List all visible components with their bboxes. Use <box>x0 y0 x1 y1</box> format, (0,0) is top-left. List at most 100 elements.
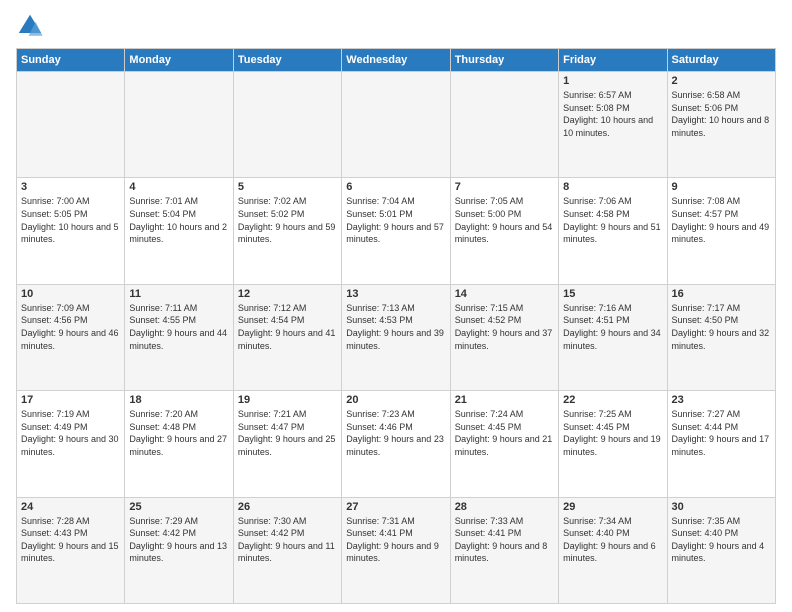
day-number: 26 <box>238 501 337 513</box>
day-number: 27 <box>346 501 445 513</box>
calendar-table: SundayMondayTuesdayWednesdayThursdayFrid… <box>16 48 776 604</box>
col-header-sunday: Sunday <box>17 49 125 72</box>
day-info: Sunrise: 7:30 AM Sunset: 4:42 PM Dayligh… <box>238 515 337 565</box>
calendar-cell: 28 Sunrise: 7:33 AM Sunset: 4:41 PM Dayli… <box>450 497 558 603</box>
calendar-cell: 25Sunrise: 7:29 AM Sunset: 4:42 PM Dayli… <box>125 497 233 603</box>
day-number: 16 <box>672 288 771 300</box>
calendar-cell: 13 Sunrise: 7:13 AM Sunset: 4:53 PM Dayli… <box>342 284 450 390</box>
calendar-cell: 10Sunrise: 7:09 AM Sunset: 4:56 PM Dayli… <box>17 284 125 390</box>
day-number: 3 <box>21 181 120 193</box>
calendar-cell: 16 Sunrise: 7:17 AM Sunset: 4:50 PM Dayli… <box>667 284 775 390</box>
day-info: Sunrise: 7:17 AM Sunset: 4:50 PM Dayligh… <box>672 302 771 352</box>
day-info: Sunrise: 7:09 AM Sunset: 4:56 PM Dayligh… <box>21 302 120 352</box>
day-info: Sunrise: 7:35 AM Sunset: 4:40 PM Dayligh… <box>672 515 771 565</box>
col-header-tuesday: Tuesday <box>233 49 341 72</box>
calendar-cell: 23Sunrise: 7:27 AM Sunset: 4:44 PM Dayli… <box>667 391 775 497</box>
day-info: Sunrise: 7:02 AM Sunset: 5:02 PM Dayligh… <box>238 195 337 245</box>
calendar-cell: 8 Sunrise: 7:06 AM Sunset: 4:58 PM Daylig… <box>559 178 667 284</box>
day-info: Sunrise: 7:08 AM Sunset: 4:57 PM Dayligh… <box>672 195 771 245</box>
day-number: 22 <box>563 394 662 406</box>
day-info: Sunrise: 7:28 AM Sunset: 4:43 PM Dayligh… <box>21 515 120 565</box>
day-info: Sunrise: 6:58 AM Sunset: 5:06 PM Dayligh… <box>672 89 771 139</box>
day-info: Sunrise: 7:13 AM Sunset: 4:53 PM Dayligh… <box>346 302 445 352</box>
day-info: Sunrise: 6:57 AM Sunset: 5:08 PM Dayligh… <box>563 89 662 139</box>
calendar-cell: 5Sunrise: 7:02 AM Sunset: 5:02 PM Daylig… <box>233 178 341 284</box>
day-number: 2 <box>672 75 771 87</box>
day-info: Sunrise: 7:01 AM Sunset: 5:04 PM Dayligh… <box>129 195 228 245</box>
day-info: Sunrise: 7:11 AM Sunset: 4:55 PM Dayligh… <box>129 302 228 352</box>
day-info: Sunrise: 7:25 AM Sunset: 4:45 PM Dayligh… <box>563 408 662 458</box>
day-info: Sunrise: 7:15 AM Sunset: 4:52 PM Dayligh… <box>455 302 554 352</box>
calendar-cell: 2 Sunrise: 6:58 AM Sunset: 5:06 PM Daylig… <box>667 72 775 178</box>
day-number: 29 <box>563 501 662 513</box>
calendar-cell: 19 Sunrise: 7:21 AM Sunset: 4:47 PM Dayli… <box>233 391 341 497</box>
calendar-cell: 26 Sunrise: 7:30 AM Sunset: 4:42 PM Dayli… <box>233 497 341 603</box>
day-number: 1 <box>563 75 662 87</box>
day-number: 23 <box>672 394 771 406</box>
col-header-saturday: Saturday <box>667 49 775 72</box>
col-header-friday: Friday <box>559 49 667 72</box>
day-info: Sunrise: 7:34 AM Sunset: 4:40 PM Dayligh… <box>563 515 662 565</box>
calendar-cell: 12 Sunrise: 7:12 AM Sunset: 4:54 PM Dayli… <box>233 284 341 390</box>
day-number: 20 <box>346 394 445 406</box>
calendar-cell: 21 Sunrise: 7:24 AM Sunset: 4:45 PM Dayli… <box>450 391 558 497</box>
day-number: 8 <box>563 181 662 193</box>
day-info: Sunrise: 7:06 AM Sunset: 4:58 PM Dayligh… <box>563 195 662 245</box>
day-info: Sunrise: 7:21 AM Sunset: 4:47 PM Dayligh… <box>238 408 337 458</box>
day-info: Sunrise: 7:00 AM Sunset: 5:05 PM Dayligh… <box>21 195 120 245</box>
col-header-wednesday: Wednesday <box>342 49 450 72</box>
day-number: 9 <box>672 181 771 193</box>
header <box>16 12 776 40</box>
logo <box>16 12 48 40</box>
day-info: Sunrise: 7:19 AM Sunset: 4:49 PM Dayligh… <box>21 408 120 458</box>
calendar-cell: 1 Sunrise: 6:57 AM Sunset: 5:08 PM Daylig… <box>559 72 667 178</box>
calendar-cell <box>342 72 450 178</box>
calendar-cell: 11 Sunrise: 7:11 AM Sunset: 4:55 PM Dayli… <box>125 284 233 390</box>
calendar-cell: 14 Sunrise: 7:15 AM Sunset: 4:52 PM Dayli… <box>450 284 558 390</box>
calendar-cell <box>450 72 558 178</box>
day-number: 30 <box>672 501 771 513</box>
day-number: 24 <box>21 501 120 513</box>
day-info: Sunrise: 7:23 AM Sunset: 4:46 PM Dayligh… <box>346 408 445 458</box>
col-header-thursday: Thursday <box>450 49 558 72</box>
col-header-monday: Monday <box>125 49 233 72</box>
day-number: 6 <box>346 181 445 193</box>
calendar-body: 1 Sunrise: 6:57 AM Sunset: 5:08 PM Daylig… <box>17 72 776 604</box>
logo-icon <box>16 12 44 40</box>
day-number: 12 <box>238 288 337 300</box>
calendar-cell <box>17 72 125 178</box>
calendar-cell <box>233 72 341 178</box>
calendar-cell: 27Sunrise: 7:31 AM Sunset: 4:41 PM Dayli… <box>342 497 450 603</box>
calendar-cell: 22 Sunrise: 7:25 AM Sunset: 4:45 PM Dayli… <box>559 391 667 497</box>
calendar-cell: 18Sunrise: 7:20 AM Sunset: 4:48 PM Dayli… <box>125 391 233 497</box>
calendar-cell: 4Sunrise: 7:01 AM Sunset: 5:04 PM Daylig… <box>125 178 233 284</box>
day-number: 17 <box>21 394 120 406</box>
day-number: 19 <box>238 394 337 406</box>
header-row: SundayMondayTuesdayWednesdayThursdayFrid… <box>17 49 776 72</box>
day-info: Sunrise: 7:33 AM Sunset: 4:41 PM Dayligh… <box>455 515 554 565</box>
day-number: 21 <box>455 394 554 406</box>
day-info: Sunrise: 7:12 AM Sunset: 4:54 PM Dayligh… <box>238 302 337 352</box>
page: SundayMondayTuesdayWednesdayThursdayFrid… <box>0 0 792 612</box>
week-row-4: 24 Sunrise: 7:28 AM Sunset: 4:43 PM Dayli… <box>17 497 776 603</box>
calendar-cell: 7Sunrise: 7:05 AM Sunset: 5:00 PM Daylig… <box>450 178 558 284</box>
day-number: 13 <box>346 288 445 300</box>
day-number: 7 <box>455 181 554 193</box>
week-row-1: 3 Sunrise: 7:00 AM Sunset: 5:05 PM Daylig… <box>17 178 776 284</box>
calendar-cell <box>125 72 233 178</box>
week-row-0: 1 Sunrise: 6:57 AM Sunset: 5:08 PM Daylig… <box>17 72 776 178</box>
day-number: 15 <box>563 288 662 300</box>
calendar-cell: 29 Sunrise: 7:34 AM Sunset: 4:40 PM Dayli… <box>559 497 667 603</box>
week-row-2: 10Sunrise: 7:09 AM Sunset: 4:56 PM Dayli… <box>17 284 776 390</box>
week-row-3: 17 Sunrise: 7:19 AM Sunset: 4:49 PM Dayli… <box>17 391 776 497</box>
day-info: Sunrise: 7:24 AM Sunset: 4:45 PM Dayligh… <box>455 408 554 458</box>
calendar-header: SundayMondayTuesdayWednesdayThursdayFrid… <box>17 49 776 72</box>
calendar-cell: 17 Sunrise: 7:19 AM Sunset: 4:49 PM Dayli… <box>17 391 125 497</box>
day-number: 11 <box>129 288 228 300</box>
day-number: 28 <box>455 501 554 513</box>
day-number: 18 <box>129 394 228 406</box>
calendar-cell: 9 Sunrise: 7:08 AM Sunset: 4:57 PM Daylig… <box>667 178 775 284</box>
day-info: Sunrise: 7:16 AM Sunset: 4:51 PM Dayligh… <box>563 302 662 352</box>
day-info: Sunrise: 7:29 AM Sunset: 4:42 PM Dayligh… <box>129 515 228 565</box>
day-number: 14 <box>455 288 554 300</box>
